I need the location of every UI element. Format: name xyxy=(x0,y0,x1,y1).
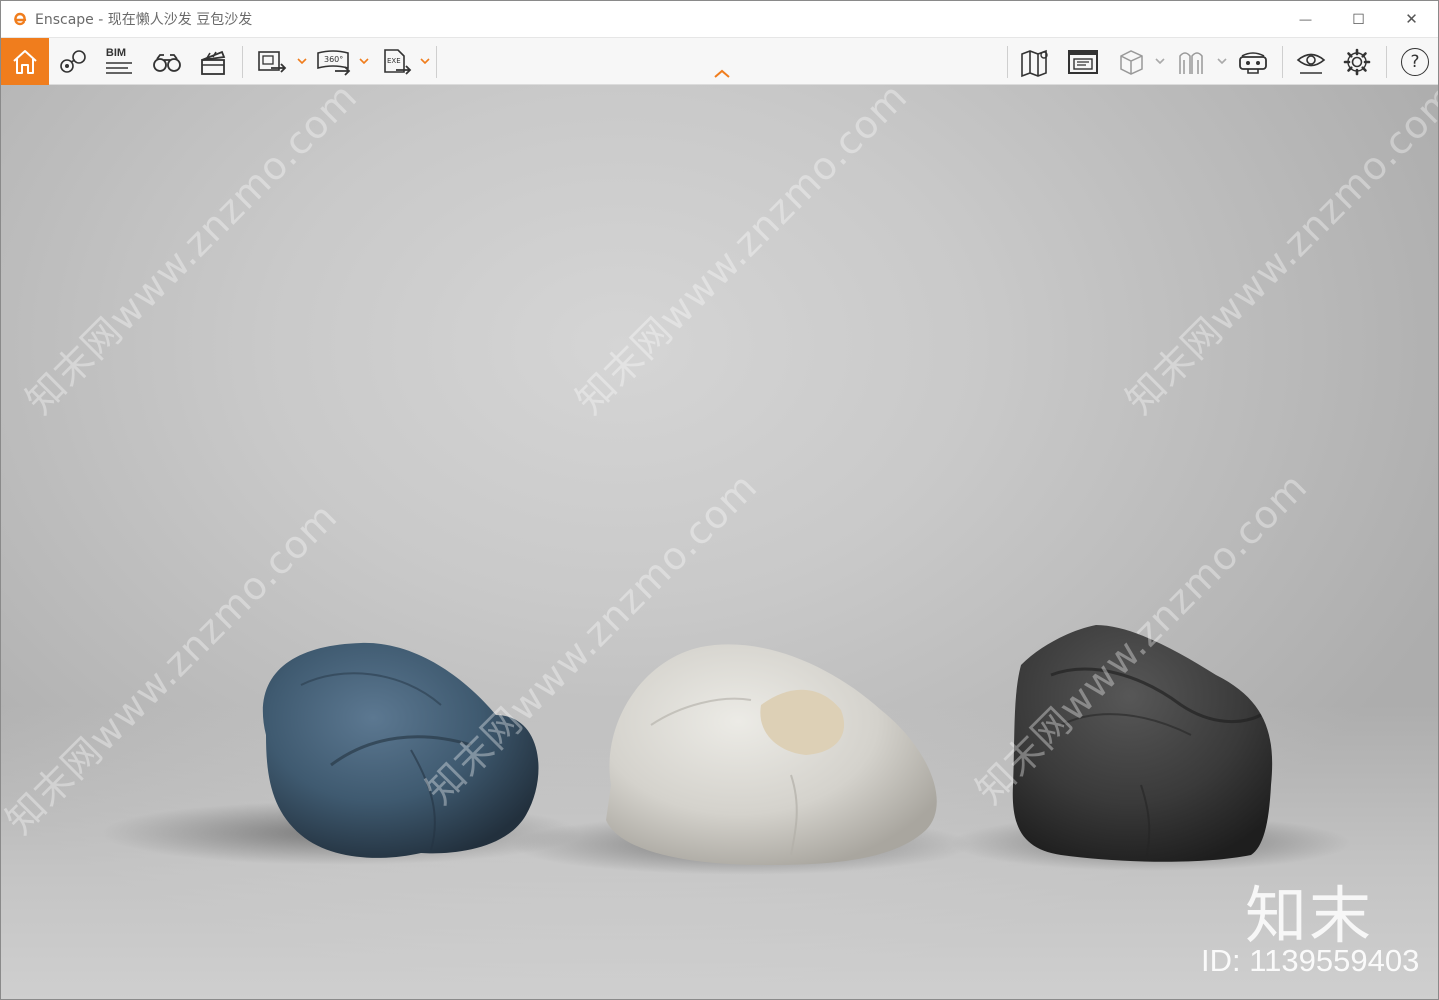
help-button[interactable]: ? xyxy=(1397,44,1433,80)
collapse-toolbar-button[interactable] xyxy=(712,67,732,81)
toolbar-separator xyxy=(1007,46,1008,78)
settings-gear-icon xyxy=(1343,48,1371,76)
enscape-window: Enscape - 现在懒人沙发 豆包沙发 — ☐ ✕ BIM 360° EXE… xyxy=(0,0,1439,1000)
close-icon: ✕ xyxy=(1405,11,1418,28)
exe-export-dropdown[interactable] xyxy=(420,56,430,66)
minimize-icon: — xyxy=(1299,12,1312,26)
title-bar: Enscape - 现在懒人沙发 豆包沙发 — ☐ ✕ xyxy=(1,1,1438,37)
screenshot-export-button[interactable] xyxy=(253,44,291,80)
cube-view-icon xyxy=(1120,50,1143,75)
window-title: Enscape - 现在懒人沙发 豆包沙发 xyxy=(35,12,253,28)
map-button[interactable] xyxy=(1018,44,1054,80)
visual-settings-icon xyxy=(1296,53,1326,74)
exe-export-icon: EXE xyxy=(384,49,412,75)
chevron-down-icon xyxy=(1155,58,1165,64)
window-controls: — ☐ ✕ xyxy=(1279,1,1438,37)
home-button[interactable] xyxy=(1,38,49,85)
video-clapper-icon xyxy=(201,50,226,75)
bim-icon xyxy=(106,62,132,74)
svg-text:360°: 360° xyxy=(324,55,343,64)
main-toolbar: BIM 360° EXE ? xyxy=(1,37,1438,85)
screenshot-export-icon xyxy=(258,51,287,73)
screenshot-export-dropdown[interactable] xyxy=(297,56,307,66)
vr-headset-icon xyxy=(1239,52,1267,74)
white-bean-bag xyxy=(606,644,937,865)
cube-view-dropdown[interactable] xyxy=(1155,56,1165,66)
toolbar-separator xyxy=(1386,46,1387,78)
help-icon: ? xyxy=(1401,48,1429,76)
maximize-icon: ☐ xyxy=(1352,10,1365,27)
render-viewport[interactable]: 知末网www.znzmo.com 知末网www.znzmo.com 知末网www… xyxy=(1,85,1438,999)
settings-button[interactable] xyxy=(1339,44,1375,80)
minimize-button[interactable]: — xyxy=(1279,1,1332,37)
web-standalone-button[interactable] xyxy=(1065,44,1101,80)
svg-text:EXE: EXE xyxy=(387,57,401,65)
enscape-logo-icon xyxy=(11,10,29,28)
panorama-export-dropdown[interactable] xyxy=(359,56,369,66)
visual-settings-button[interactable] xyxy=(1293,44,1329,80)
chevron-down-icon xyxy=(359,58,369,64)
brand-id: ID: 1139559403 xyxy=(1201,943,1420,978)
chevron-up-icon xyxy=(714,69,730,78)
web-standalone-icon xyxy=(1068,50,1098,74)
bim-button[interactable]: BIM xyxy=(101,44,137,80)
panorama-export-button[interactable]: 360° xyxy=(314,44,354,80)
asset-library-dropdown[interactable] xyxy=(1217,56,1227,66)
asset-library-button[interactable] xyxy=(1173,44,1209,80)
video-editor-button[interactable] xyxy=(195,44,231,80)
exe-export-button[interactable]: EXE xyxy=(379,44,415,80)
help-label: ? xyxy=(1410,52,1420,72)
home-icon xyxy=(13,49,37,74)
close-button[interactable]: ✕ xyxy=(1385,1,1438,37)
toolbar-separator xyxy=(242,46,243,78)
chevron-down-icon xyxy=(297,58,307,64)
binoculars-icon xyxy=(153,54,181,72)
map-icon xyxy=(1021,49,1048,78)
brand-logo: 知末 xyxy=(1245,879,1374,952)
views-button[interactable] xyxy=(55,44,91,80)
panorama-export-icon: 360° xyxy=(317,50,351,76)
vr-headset-button[interactable] xyxy=(1235,44,1271,80)
bim-label: BIM xyxy=(105,47,127,59)
chevron-down-icon xyxy=(420,58,430,64)
maximize-button[interactable]: ☐ xyxy=(1332,1,1385,37)
asset-library-icon xyxy=(1179,52,1203,74)
binoculars-button[interactable] xyxy=(149,44,185,80)
toolbar-separator xyxy=(436,46,437,78)
cube-view-button[interactable] xyxy=(1113,44,1149,80)
chevron-down-icon xyxy=(1217,58,1227,64)
views-icon xyxy=(60,50,86,73)
toolbar-separator xyxy=(1282,46,1283,78)
